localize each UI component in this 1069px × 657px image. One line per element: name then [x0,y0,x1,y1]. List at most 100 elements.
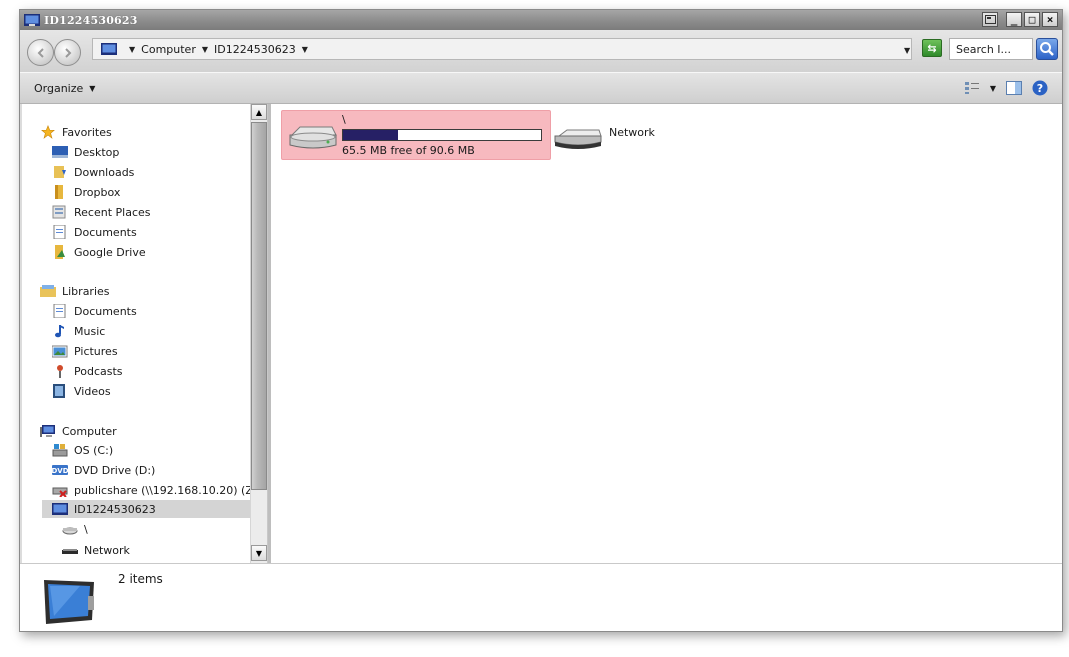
dropbox-folder-icon [55,185,63,199]
close-icon: × [1046,13,1054,26]
music-icon [55,325,64,338]
hard-drive-icon [289,126,337,149]
scroll-down-button[interactable]: ▼ [251,545,267,561]
downloads-icon [54,166,66,178]
scroll-up-button[interactable]: ▲ [251,104,267,120]
breadcrumb-computer[interactable]: Computer [141,43,196,56]
nav-item-os-drive[interactable]: OS (C:) [52,441,113,459]
view-options-icon[interactable] [964,81,980,95]
nav-item-library-documents[interactable]: Documents [52,302,137,320]
nav-item-label: Downloads [74,165,135,179]
svg-text:?: ? [1037,82,1043,95]
nav-item-label: Recent Places [74,205,151,219]
drive-tile-root[interactable]: \ 65.5 MB free of 90.6 MB [281,110,551,160]
nav-item-root-drive[interactable]: \ [62,520,88,538]
breadcrumb-chevron-icon[interactable]: ▼ [129,45,135,54]
pictures-icon [52,345,68,358]
search-button[interactable] [1036,38,1058,60]
search-input[interactable]: Search I... [949,38,1033,60]
view-controls: ▼ ? [964,80,1048,96]
disconnected-network-drive-icon [52,487,68,497]
network-drive-icon [62,549,78,554]
command-bar: Organize ▼ ▼ ? [20,72,1062,104]
address-field[interactable]: ▼ Computer ▼ ID1224530623 ▼ [92,38,912,60]
organize-button[interactable]: Organize ▼ [34,82,95,95]
explorer-window: ID1224530623 _ □ × ▼ Computer ▼ ID122453… [19,9,1063,632]
nav-computer[interactable]: Computer [40,422,117,440]
nav-item-label: Google Drive [74,245,146,259]
nav-item-label: Desktop [74,145,120,159]
breadcrumb-chevron-icon[interactable]: ▼ [302,45,308,54]
nav-item-label: DVD Drive (D:) [74,463,156,477]
maximize-button[interactable]: □ [1024,12,1040,27]
back-button[interactable] [27,39,54,66]
chevron-up-icon: ▲ [255,107,263,117]
nav-item-label: Documents [74,225,137,239]
restore-layout-button[interactable] [982,12,998,27]
nav-item-label: Pictures [74,344,118,358]
nav-item-google-drive[interactable]: Google Drive [52,243,146,261]
minimize-button[interactable]: _ [1006,12,1022,27]
nav-item-id1224530623[interactable]: ID1224530623 [42,500,250,518]
nav-item-label: Videos [74,384,111,398]
nav-item-label: Music [74,324,106,338]
nav-item-documents[interactable]: Documents [52,223,137,241]
computer-icon [40,425,55,437]
nav-item-network[interactable]: Network [62,541,130,559]
library-icon [40,285,56,297]
nav-item-publicshare[interactable]: publicshare (\\192.168.10.20) (Z:) [52,481,261,499]
nav-item-dvd-drive[interactable]: DVD DVD Drive (D:) [52,461,155,479]
nav-item-label: Documents [74,304,137,318]
preview-pane-icon[interactable] [1006,81,1022,95]
window-title: ID1224530623 [44,13,138,27]
nav-item-label: Podcasts [74,364,123,378]
computer-icon [44,580,94,624]
breadcrumb-current[interactable]: ID1224530623 [214,43,296,56]
nav-item-desktop[interactable]: Desktop [52,143,119,161]
refresh-button[interactable]: ⇆ [922,39,942,57]
videos-icon [53,384,65,398]
nav-scrollbar[interactable]: ▲ ▼ [250,104,267,563]
nav-item-downloads[interactable]: Downloads [52,163,134,181]
breadcrumb: ▼ Computer ▼ ID1224530623 ▼ [123,43,314,56]
organize-label: Organize [34,82,84,95]
nav-libraries[interactable]: Libraries [40,282,110,300]
nav-item-label: Network [84,543,130,557]
forward-arrow-icon [65,48,72,58]
nav-item-videos[interactable]: Videos [52,382,111,400]
address-dropdown-icon[interactable]: ▼ [904,46,910,55]
nav-item-podcasts[interactable]: Podcasts [52,362,123,380]
nav-favorites[interactable]: Favorites [40,123,112,141]
computer-icon [52,503,68,515]
computer-icon [24,14,40,26]
document-icon [53,225,66,239]
desktop-icon [52,146,68,158]
forward-button[interactable] [54,39,81,66]
scroll-thumb[interactable] [251,122,267,490]
nav-item-pictures[interactable]: Pictures [52,342,118,360]
content-pane: \ 65.5 MB free of 90.6 MB Network [271,104,1062,563]
chevron-down-icon[interactable]: ▼ [990,84,996,93]
hard-drive-icon [52,444,68,457]
dvd-drive-icon: DVD [52,465,68,475]
breadcrumb-chevron-icon[interactable]: ▼ [202,45,208,54]
close-button[interactable]: × [1042,12,1058,27]
drive-tile-network[interactable]: Network [553,124,673,158]
minimize-icon: _ [1010,13,1018,26]
nav-item-label: \ [84,522,88,536]
computer-icon [101,43,117,55]
nav-section-label: Libraries [62,284,110,298]
window-controls: _ □ × [982,12,1058,27]
chevron-down-icon: ▼ [89,84,96,93]
back-arrow-icon [37,48,44,58]
nav-item-dropbox[interactable]: Dropbox [52,183,120,201]
network-label: Network [609,126,655,139]
nav-item-music[interactable]: Music [52,322,105,340]
details-pane: 2 items [20,563,1062,631]
help-icon[interactable]: ? [1032,80,1048,96]
nav-item-label: Dropbox [74,185,121,199]
item-count: 2 items [118,572,163,586]
navigation-pane: Favorites Desktop Downloads Dropbox Rece… [22,104,268,563]
svg-text:DVD: DVD [52,467,68,475]
nav-item-recent-places[interactable]: Recent Places [52,203,151,221]
